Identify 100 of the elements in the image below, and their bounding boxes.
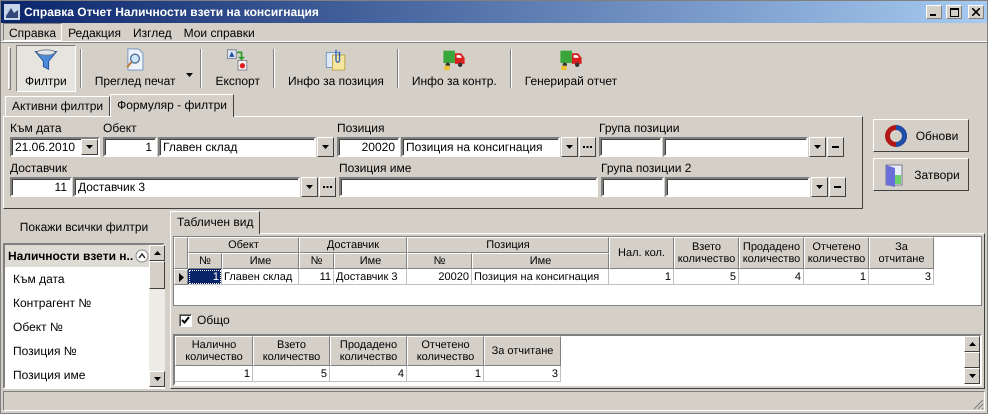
field-label: Група позиции: [599, 121, 680, 135]
name-field[interactable]: Доставчик 3: [73, 177, 300, 197]
app-icon: [4, 4, 20, 20]
table-cell: 5: [674, 269, 739, 285]
filter-item[interactable]: Позиция име: [5, 363, 150, 387]
tab[interactable]: Активни филтри: [5, 96, 110, 116]
tab[interactable]: Формуляр - филтри: [110, 94, 234, 117]
menu-item[interactable]: Редакция: [62, 23, 127, 41]
table-cell: Доставчик 3: [334, 269, 407, 285]
toolbar-button[interactable]: Експорт: [206, 45, 269, 92]
code-field[interactable]: 20020: [337, 137, 400, 157]
checkbox-label: Общо: [197, 313, 230, 327]
date-field[interactable]: 21.06.2010: [10, 137, 100, 157]
dropdown-button[interactable]: [811, 177, 828, 197]
dropdown-arrow-icon: [816, 185, 823, 189]
field-label: Група позиции 2: [601, 161, 692, 175]
clear-button[interactable]: [829, 177, 846, 197]
code-field[interactable]: 1: [103, 137, 157, 157]
action-button[interactable]: Затвори: [873, 158, 969, 191]
column-header[interactable]: Налично количество: [175, 336, 253, 366]
column-header[interactable]: За отчитане: [484, 336, 561, 366]
column-header[interactable]: Име: [222, 253, 299, 269]
funnel-icon: [32, 48, 60, 71]
tab[interactable]: Табличен вид: [170, 211, 260, 234]
minus-icon: [832, 146, 839, 148]
column-header[interactable]: №: [188, 253, 222, 269]
dropdown-arrow-icon: [322, 145, 329, 149]
toolbar-button[interactable]: Филтри: [16, 45, 76, 92]
dropdown-button[interactable]: [317, 137, 334, 157]
toolbar-button[interactable]: Инфо за контр.: [402, 45, 506, 92]
name-field[interactable]: [663, 137, 808, 157]
column-header[interactable]: №: [407, 253, 472, 269]
name-field[interactable]: [665, 177, 810, 197]
column-header[interactable]: №: [299, 253, 334, 269]
code-field[interactable]: 11: [10, 177, 72, 197]
code-field[interactable]: [599, 137, 662, 157]
column-header[interactable]: Отчетено количество: [804, 237, 869, 269]
filter-item[interactable]: Обект №: [5, 315, 150, 339]
scroll-thumb[interactable]: [149, 261, 166, 289]
ellipsis-button[interactable]: [319, 177, 336, 197]
window-title: Справка Отчет Наличности взети на консигнация: [24, 5, 320, 19]
minus-icon: [834, 186, 841, 188]
dropdown-button[interactable]: [809, 137, 826, 157]
field-label: Позиция име: [339, 161, 412, 175]
dropdown-arrow-icon: [814, 145, 821, 149]
column-header[interactable]: Продадено количество: [330, 336, 407, 366]
column-header[interactable]: За отчитане: [869, 237, 934, 269]
table-cell: 1: [175, 366, 253, 382]
table-cell: 1: [804, 269, 869, 285]
scrollbar[interactable]: [149, 245, 166, 387]
menu-item[interactable]: Изглед: [126, 23, 178, 41]
scroll-up-icon: [968, 342, 976, 346]
column-header[interactable]: Нал. кол.: [609, 237, 674, 269]
menu-item[interactable]: Справка: [3, 23, 62, 41]
ellipsis-button[interactable]: [579, 137, 596, 157]
maximize-button[interactable]: [946, 5, 962, 19]
filter-item[interactable]: Позиция №: [5, 339, 150, 363]
collapse-icon[interactable]: [135, 249, 150, 263]
toolbar-button[interactable]: Преглед печат: [86, 45, 196, 92]
row-indicator[interactable]: [174, 269, 188, 285]
toolbar-button[interactable]: Инфо за позиция: [278, 45, 393, 92]
column-group-header: Доставчик: [299, 237, 407, 253]
dropdown-button[interactable]: [81, 139, 98, 155]
minimize-button[interactable]: [926, 5, 942, 19]
table-cell: 11: [299, 269, 334, 285]
field-label: Обект: [103, 121, 138, 135]
show-all-filters-label[interactable]: Покажи всички филтри: [3, 211, 165, 243]
name-field[interactable]: Главен склад: [158, 137, 316, 157]
checkbox[interactable]: [179, 314, 192, 326]
action-button[interactable]: Обнови: [873, 119, 969, 152]
dropdown-arrow-icon: [186, 73, 194, 77]
clear-button[interactable]: [827, 137, 844, 157]
code-field[interactable]: [601, 177, 664, 197]
group-label: Наличности взети н..: [8, 249, 134, 263]
close-button[interactable]: [968, 5, 984, 19]
close-icon: [972, 8, 980, 16]
dropdown-button[interactable]: [561, 137, 578, 157]
column-group-header: Позиция: [407, 237, 609, 253]
scrollbar[interactable]: [964, 336, 980, 384]
dropdown-button[interactable]: [301, 177, 318, 197]
column-group-header: Обект: [188, 237, 299, 253]
group-header[interactable]: Наличности взети н..: [5, 245, 150, 267]
column-header[interactable]: Отчетено количество: [407, 336, 484, 366]
table-cell: 3: [869, 269, 934, 285]
table-cell: 1: [407, 366, 484, 382]
filter-item[interactable]: Контрагент №: [5, 291, 150, 315]
size-grip-icon[interactable]: [972, 398, 984, 410]
filter-item[interactable]: Към дата: [5, 267, 150, 291]
toolbar-button[interactable]: Генерирай отчет: [516, 45, 626, 92]
table-cell: Главен склад: [222, 269, 299, 285]
column-header[interactable]: Име: [334, 253, 407, 269]
menu-item[interactable]: Мои справки: [178, 23, 261, 41]
table-cell: 3: [484, 366, 561, 382]
column-header[interactable]: Взето количество: [253, 336, 330, 366]
scroll-down-icon: [968, 374, 976, 378]
column-header[interactable]: Продадено количество: [739, 237, 804, 269]
column-header[interactable]: Взето количество: [674, 237, 739, 269]
text-field[interactable]: [339, 177, 598, 197]
column-header[interactable]: Име: [472, 253, 609, 269]
name-field[interactable]: Позиция на консигнация: [401, 137, 560, 157]
